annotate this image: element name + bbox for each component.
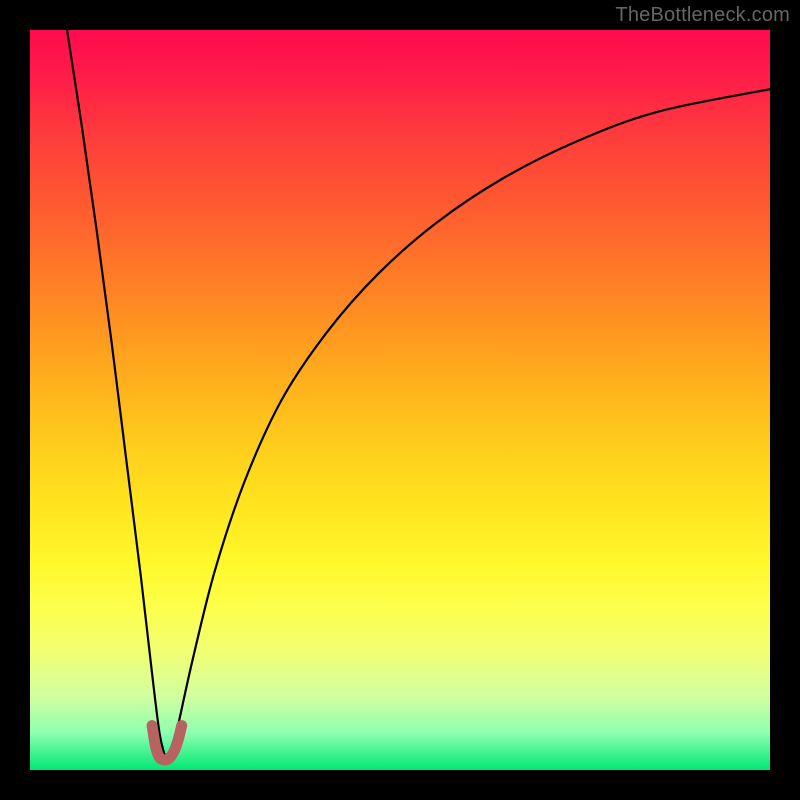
- right-branch-curve: [171, 89, 770, 755]
- left-branch-curve: [67, 30, 165, 755]
- chart-frame: TheBottleneck.com: [0, 0, 800, 800]
- attribution-text: TheBottleneck.com: [615, 4, 790, 27]
- curve-layer: [30, 30, 770, 770]
- notch-marker-curve: [152, 726, 182, 760]
- plot-area: [30, 30, 770, 770]
